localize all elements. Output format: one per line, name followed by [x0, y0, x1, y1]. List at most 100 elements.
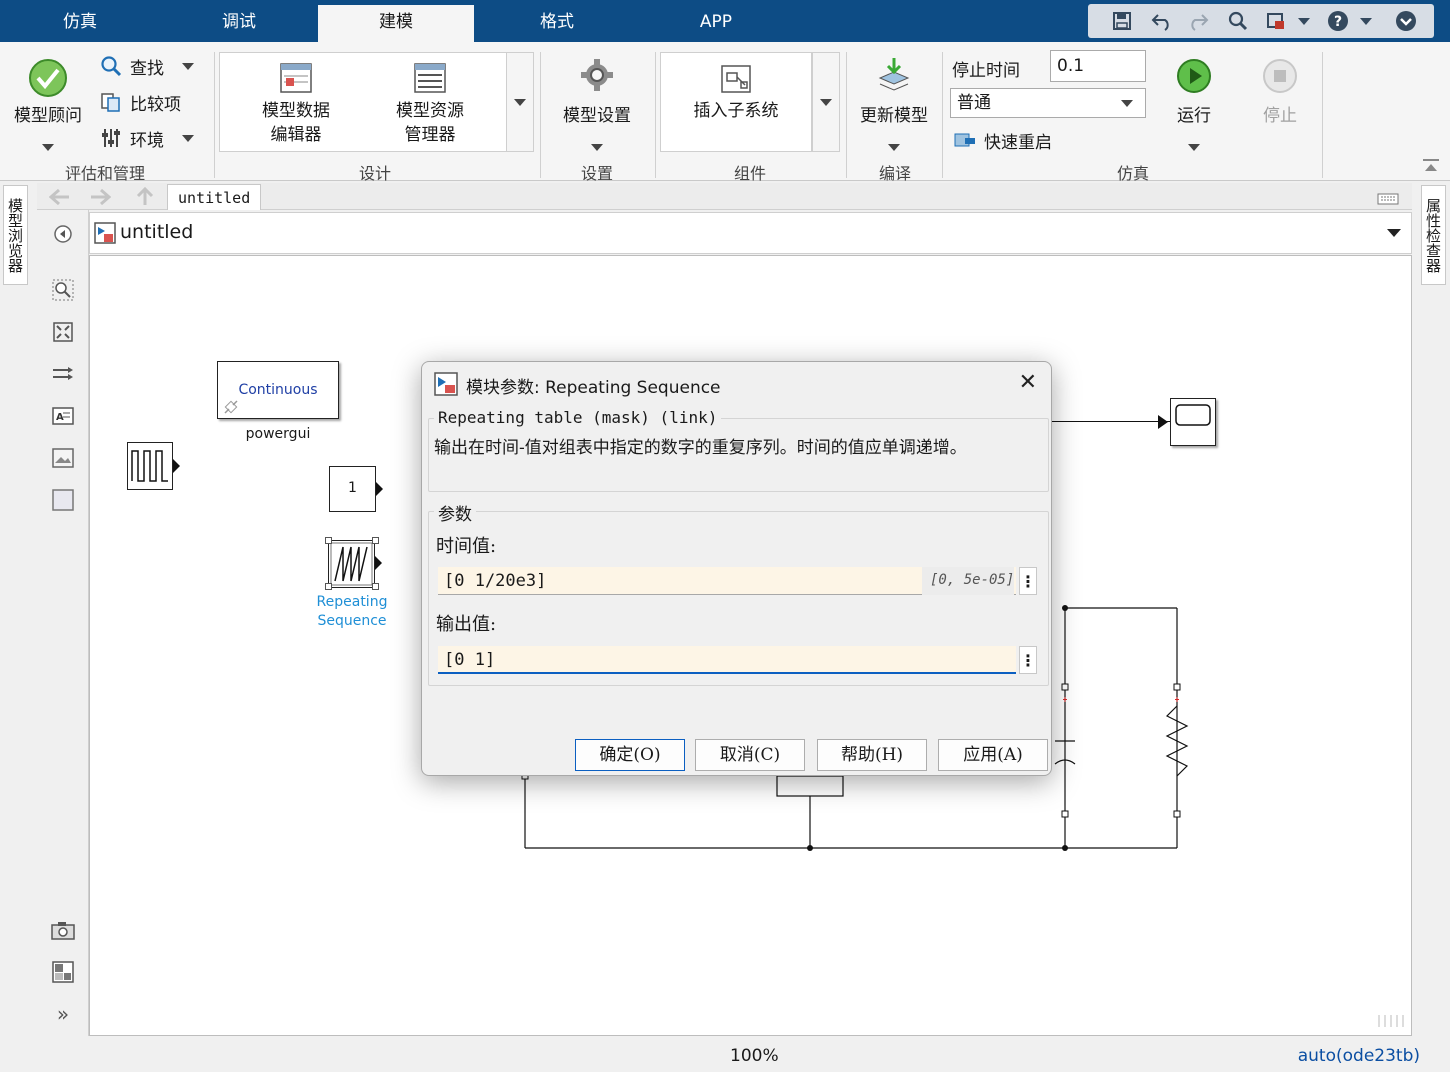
fit-to-view-icon[interactable] — [51, 320, 75, 344]
compare-icon — [98, 90, 124, 114]
chevron-down-icon[interactable] — [1387, 229, 1401, 237]
constant-block[interactable]: 1 — [329, 466, 376, 512]
gallery-expand-button[interactable] — [506, 52, 534, 152]
undo-icon[interactable] — [1148, 8, 1176, 34]
selection-handle[interactable] — [325, 583, 332, 590]
scope-block[interactable] — [1170, 398, 1216, 446]
save-icon[interactable] — [1108, 8, 1136, 34]
find-button[interactable]: 查找 — [98, 52, 194, 80]
apply-button[interactable]: 应用(A) — [938, 739, 1048, 771]
property-inspector-tab[interactable]: 属性检查器 — [1421, 185, 1446, 285]
chevron-down-icon[interactable] — [1188, 136, 1200, 155]
block-parameters-dialog: 模块参数: Repeating Sequence ✕ Repeating tab… — [421, 361, 1052, 776]
compare-button[interactable]: 比较项 — [98, 88, 181, 116]
design-gallery: 模型数据 编辑器 模型资源 管理器 — [219, 52, 531, 152]
selection-handle[interactable] — [372, 537, 379, 544]
model-browser-tab[interactable]: 模型浏览器 — [3, 185, 28, 285]
address-bar[interactable]: untitled — [89, 212, 1412, 254]
chevron-down-icon[interactable] — [1352, 8, 1380, 34]
model-advisor-button[interactable]: 模型顾问 — [8, 104, 88, 128]
tab-debug[interactable]: 调试 — [160, 5, 318, 42]
section-header: Repeating table (mask) (link) — [434, 408, 722, 427]
run-icon — [1176, 58, 1212, 98]
group-label-design: 设计 — [358, 164, 391, 183]
powergui-block[interactable]: Continuous — [217, 361, 339, 419]
output-values-input[interactable]: [0 1] — [438, 646, 1016, 674]
model-settings-button[interactable]: 模型设置 — [550, 104, 644, 128]
selection-handle[interactable] — [372, 583, 379, 590]
separator — [655, 52, 656, 178]
repeating-sequence-block[interactable] — [328, 540, 375, 588]
area-icon[interactable] — [51, 488, 75, 512]
model-data-editor-button[interactable]: 模型数据 编辑器 — [240, 99, 352, 147]
separator — [846, 52, 847, 178]
model-data-icon[interactable] — [51, 960, 75, 984]
solver-link[interactable]: auto(ode23tb) — [1298, 1046, 1420, 1066]
image-icon[interactable] — [51, 446, 75, 470]
svg-text:A: A — [56, 412, 64, 423]
up-arrow-icon[interactable] — [135, 186, 155, 210]
output-port[interactable] — [375, 556, 382, 570]
separator — [942, 52, 943, 178]
canvas-toolbar: A » — [37, 210, 89, 1036]
resize-grip-icon[interactable] — [1377, 1012, 1407, 1031]
parameters-header: 参数 — [434, 500, 476, 525]
annotation-icon[interactable]: A — [51, 404, 75, 428]
expand-toolbar-icon[interactable]: » — [51, 1002, 75, 1026]
chevron-down-icon[interactable] — [42, 136, 54, 155]
insert-subsystem-button[interactable]: 插入子系统 — [669, 99, 803, 123]
link-icon — [222, 398, 240, 420]
simulation-mode-select[interactable]: 普通 — [950, 88, 1146, 118]
tab-modeling[interactable]: 建模 — [318, 5, 474, 42]
signal-arrowhead — [1158, 415, 1168, 429]
help-button[interactable]: 帮助(H) — [817, 739, 927, 771]
stop-button[interactable]: 停止 — [1250, 104, 1310, 128]
camera-icon[interactable] — [51, 918, 75, 942]
cancel-button[interactable]: 取消(C) — [695, 739, 805, 771]
collapse-ribbon-icon[interactable] — [1422, 158, 1440, 178]
more-options-icon[interactable]: ⋮ — [1019, 646, 1037, 674]
chevron-down-icon[interactable] — [591, 136, 603, 155]
stop-time-input[interactable]: 0.1 — [1050, 50, 1146, 82]
model-explorer-button[interactable]: 模型资源 管理器 — [374, 99, 486, 147]
group-label-component: 组件 — [733, 164, 766, 183]
keyboard-icon[interactable] — [1377, 190, 1399, 209]
more-options-icon[interactable]: ⋮ — [1019, 567, 1037, 595]
group-label-simulation: 仿真 — [1116, 164, 1149, 183]
signal-arrows-icon[interactable] — [51, 362, 75, 386]
search-icon[interactable] — [1224, 8, 1252, 34]
hide-browser-icon[interactable] — [51, 222, 75, 246]
zoom-in-icon[interactable] — [51, 278, 75, 302]
model-tab[interactable]: untitled — [167, 184, 261, 210]
ok-button[interactable]: 确定(O) — [575, 739, 685, 771]
pulse-generator-block[interactable] — [127, 442, 173, 490]
redo-icon[interactable] — [1184, 8, 1212, 34]
chevron-down-icon[interactable] — [1290, 8, 1318, 34]
chevron-down-icon[interactable] — [888, 136, 900, 155]
powergui-label: Continuous — [238, 382, 318, 398]
data-editor-icon — [280, 63, 312, 97]
close-icon[interactable]: ✕ — [1019, 370, 1037, 395]
signal-line[interactable] — [1052, 421, 1170, 422]
zoom-level: 100% — [730, 1046, 779, 1066]
update-model-button[interactable]: 更新模型 — [852, 104, 936, 128]
checkmark-icon — [28, 58, 68, 102]
collapse-ribbon-icon[interactable] — [1392, 8, 1420, 34]
sawtooth-icon — [330, 542, 373, 586]
back-arrow-icon[interactable] — [48, 188, 71, 210]
print-icon[interactable] — [1262, 8, 1290, 34]
tab-apps[interactable]: APP — [636, 5, 796, 42]
simulink-model-icon — [434, 372, 458, 400]
environment-button[interactable]: 环境 — [98, 124, 194, 152]
tab-simulation[interactable]: 仿真 — [0, 5, 160, 42]
output-port[interactable] — [376, 482, 383, 496]
help-icon[interactable]: ? — [1324, 8, 1352, 34]
output-port[interactable] — [173, 459, 180, 473]
fast-restart-button[interactable]: 快速重启 — [952, 126, 1052, 154]
forward-arrow-icon[interactable] — [89, 188, 112, 210]
selection-handle[interactable] — [325, 537, 332, 544]
run-button[interactable]: 运行 — [1164, 104, 1224, 128]
powergui-name: powergui — [245, 426, 311, 442]
tab-format[interactable]: 格式 — [478, 5, 636, 42]
gallery-expand-button[interactable] — [812, 52, 840, 152]
